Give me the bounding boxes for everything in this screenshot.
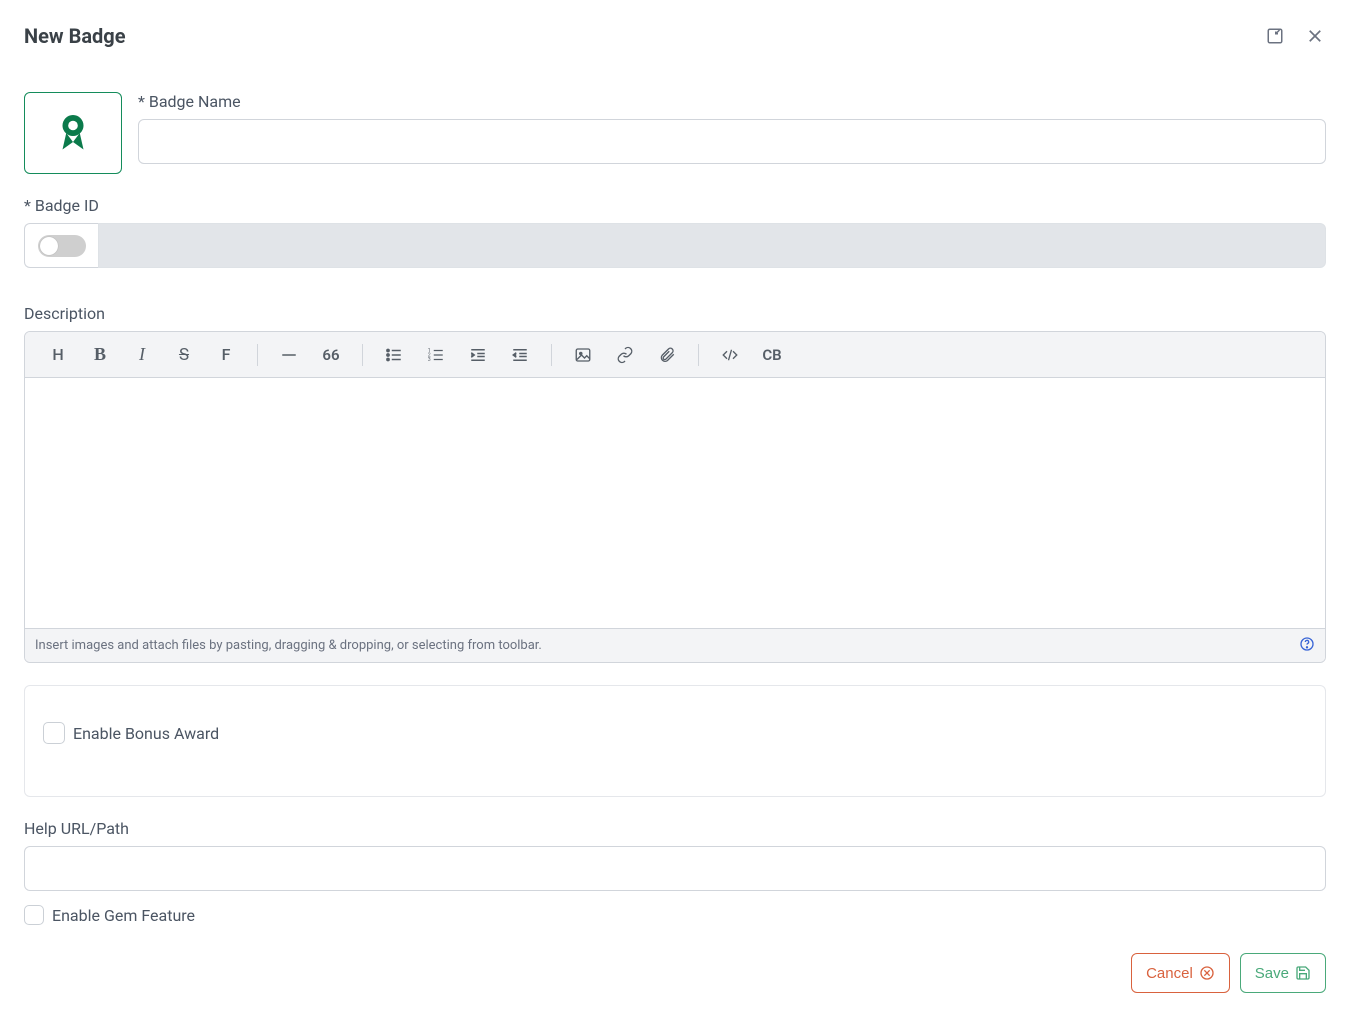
- bonus-award-card: Enable Bonus Award: [24, 685, 1326, 797]
- editor-toolbar: H B I S F 66: [25, 332, 1325, 378]
- toolbar-separator: [698, 344, 699, 366]
- image-button[interactable]: [562, 332, 604, 378]
- italic-button[interactable]: I: [121, 332, 163, 378]
- heading-button[interactable]: H: [37, 332, 79, 378]
- editor-help-button[interactable]: [1299, 636, 1315, 656]
- unordered-list-button[interactable]: [373, 332, 415, 378]
- close-button[interactable]: [1304, 25, 1326, 47]
- save-button-label: Save: [1255, 965, 1289, 982]
- description-label: Description: [24, 304, 1326, 323]
- format-icon: F: [222, 345, 231, 364]
- paperclip-icon: [658, 346, 676, 364]
- toolbar-separator: [257, 344, 258, 366]
- badge-icon-picker[interactable]: [24, 92, 122, 174]
- badge-id-input: [98, 223, 1326, 268]
- blockquote-button[interactable]: 66: [310, 332, 352, 378]
- minimize-icon: [1266, 27, 1284, 45]
- minimize-button[interactable]: [1264, 25, 1286, 47]
- help-url-input[interactable]: [24, 846, 1326, 891]
- strikethrough-icon: S: [179, 345, 189, 365]
- header-actions: [1264, 25, 1326, 47]
- bold-button[interactable]: B: [79, 332, 121, 378]
- ordered-list-button[interactable]: 1 2 3: [415, 332, 457, 378]
- quote-icon: 66: [322, 346, 339, 364]
- enable-gem-label: Enable Gem Feature: [52, 906, 195, 925]
- horizontal-rule-button[interactable]: [268, 332, 310, 378]
- enable-gem-checkbox[interactable]: [24, 905, 44, 925]
- badge-id-autogen-toggle[interactable]: [38, 235, 86, 257]
- description-editor: H B I S F 66: [24, 331, 1326, 663]
- action-bar: Cancel Save: [0, 953, 1350, 993]
- heading-icon: H: [52, 345, 63, 364]
- cancel-button[interactable]: Cancel: [1131, 953, 1230, 993]
- unordered-list-icon: [385, 346, 403, 364]
- help-circle-icon: [1299, 636, 1315, 652]
- badge-name-label: * Badge Name: [138, 92, 1326, 111]
- close-icon: [1306, 27, 1324, 45]
- ordered-list-icon: 1 2 3: [427, 346, 445, 364]
- save-floppy-icon: [1295, 965, 1311, 981]
- cancel-circle-icon: [1199, 965, 1215, 981]
- cancel-button-label: Cancel: [1146, 965, 1193, 982]
- badge-id-label: * Badge ID: [24, 196, 1326, 215]
- bold-icon: B: [94, 344, 106, 365]
- description-textarea[interactable]: [25, 378, 1325, 628]
- link-icon: [616, 346, 634, 364]
- italic-icon: I: [139, 344, 145, 365]
- toolbar-separator: [551, 344, 552, 366]
- award-ribbon-icon: [54, 112, 92, 154]
- indent-button[interactable]: [457, 332, 499, 378]
- attachment-button[interactable]: [646, 332, 688, 378]
- codeblock-button[interactable]: CB: [751, 332, 793, 378]
- indent-icon: [469, 346, 487, 364]
- enable-bonus-label: Enable Bonus Award: [73, 724, 219, 743]
- toolbar-separator: [362, 344, 363, 366]
- toggle-knob: [40, 237, 58, 255]
- modal-title: New Badge: [24, 24, 126, 48]
- link-button[interactable]: [604, 332, 646, 378]
- format-button[interactable]: F: [205, 332, 247, 378]
- strikethrough-button[interactable]: S: [163, 332, 205, 378]
- help-url-label: Help URL/Path: [24, 819, 1326, 838]
- code-button[interactable]: [709, 332, 751, 378]
- modal-body: * Badge Name * Badge ID Description: [0, 56, 1350, 925]
- enable-bonus-checkbox[interactable]: [43, 722, 65, 744]
- outdent-button[interactable]: [499, 332, 541, 378]
- svg-text:3: 3: [428, 357, 431, 363]
- code-icon: [720, 346, 740, 364]
- badge-name-input[interactable]: [138, 119, 1326, 164]
- editor-hint: Insert images and attach files by pastin…: [35, 638, 542, 653]
- modal-header: New Badge: [0, 0, 1350, 56]
- image-icon: [574, 346, 592, 364]
- outdent-icon: [511, 346, 529, 364]
- new-badge-modal: New Badge: [0, 0, 1350, 1033]
- editor-footer: Insert images and attach files by pastin…: [25, 628, 1325, 662]
- save-button[interactable]: Save: [1240, 953, 1326, 993]
- badge-id-toggle-wrap: [24, 223, 98, 268]
- horizontal-rule-icon: [280, 346, 298, 364]
- codeblock-icon: CB: [762, 346, 781, 364]
